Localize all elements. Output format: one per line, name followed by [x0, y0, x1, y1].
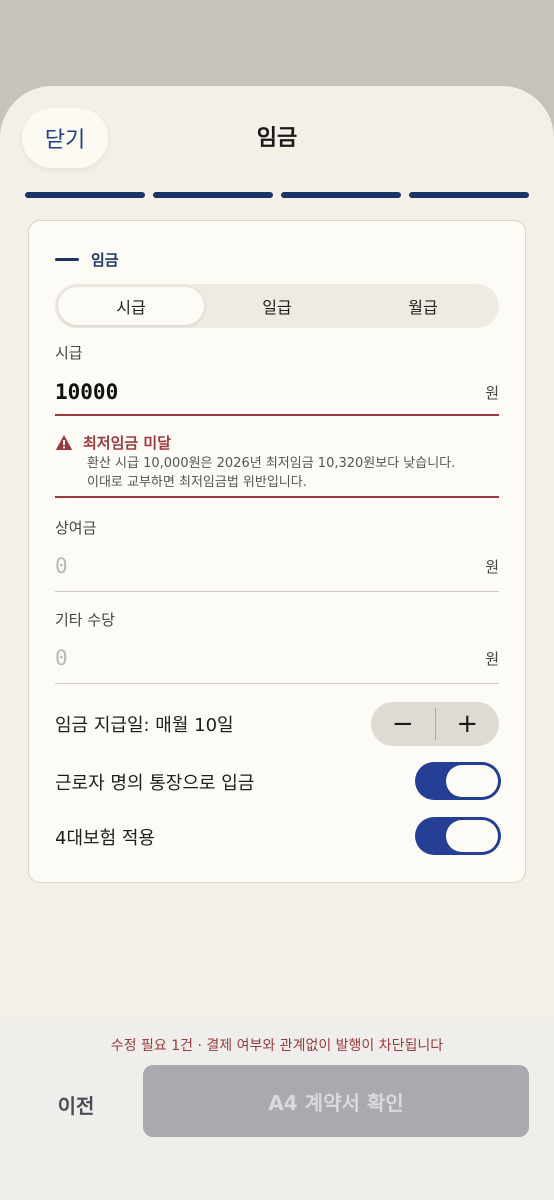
alert-divider: [55, 496, 499, 498]
toggle-knob: [446, 820, 498, 852]
bonus-input[interactable]: [55, 554, 435, 578]
allowance-row: 원: [55, 638, 499, 678]
progress-step-4: [409, 192, 529, 198]
insurance-label: 4대보험 적용: [55, 828, 155, 849]
allowance-label: 기타 수당: [55, 611, 115, 629]
section-bar: [55, 258, 79, 261]
increment-button[interactable]: +: [436, 702, 500, 746]
tab-daily[interactable]: 일급: [204, 287, 350, 325]
allowance-unit: 원: [485, 649, 499, 668]
hourly-wage-label: 시급: [55, 344, 83, 362]
payday-stepper: − +: [371, 702, 499, 746]
progress-step-1: [25, 192, 145, 198]
alert-message-line: 이대로 교부하면 최저임금법 위반입니다.: [87, 475, 307, 490]
progress-step-2: [153, 192, 273, 198]
wage-card: 임금 시급 일급 월급 시급 원 최저임금 미달 환산 시급 10,000원은 …: [28, 220, 526, 883]
bonus-row: 원: [55, 546, 499, 586]
progress-steps: [25, 192, 529, 198]
bottom-action-bar: 수정 필요 1건 · 결제 여부와 관계없이 발행이 차단됩니다 이전 A4 계…: [0, 1018, 554, 1200]
section-title: 임금: [91, 251, 119, 269]
alert-title: 최저임금 미달: [83, 434, 172, 452]
min-wage-alert: 최저임금 미달: [55, 432, 171, 453]
bonus-unit: 원: [485, 557, 499, 576]
bonus-label: 상여금: [55, 519, 97, 537]
alert-message: 환산 시급 10,000원은 2026년 최저임금 10,320원보다 낮습니다…: [87, 454, 507, 492]
previous-button[interactable]: 이전: [36, 1082, 116, 1126]
payday-label: 임금 지급일: 매월 10일: [55, 715, 234, 736]
decrement-button[interactable]: −: [371, 702, 435, 746]
bank-deposit-toggle[interactable]: [415, 762, 501, 800]
confirm-contract-button[interactable]: A4 계약서 확인: [143, 1065, 529, 1137]
hourly-wage-row: 원: [55, 372, 499, 412]
page-title: 임금: [256, 126, 298, 151]
allowance-input[interactable]: [55, 646, 435, 670]
hourly-wage-input[interactable]: [55, 380, 435, 404]
tab-monthly[interactable]: 월급: [350, 287, 496, 325]
insurance-toggle[interactable]: [415, 817, 501, 855]
bank-deposit-label: 근로자 명의 통장으로 입금: [55, 773, 255, 794]
section-header: 임금: [55, 249, 119, 270]
toggle-knob: [446, 765, 498, 797]
allowance-underline: [55, 683, 499, 684]
wage-type-selector: 시급 일급 월급: [55, 284, 499, 328]
blocking-warning: 수정 필요 1건 · 결제 여부와 관계없이 발행이 차단됩니다: [110, 1038, 444, 1054]
alert-message-line: 환산 시급 10,000원은 2026년 최저임금 10,320원보다 낮습니다…: [87, 456, 456, 471]
bonus-underline: [55, 591, 499, 592]
hourly-wage-underline: [55, 414, 499, 416]
tab-hourly[interactable]: 시급: [58, 287, 204, 325]
hourly-wage-unit: 원: [485, 383, 499, 402]
warning-icon: [55, 435, 73, 450]
progress-step-3: [281, 192, 401, 198]
